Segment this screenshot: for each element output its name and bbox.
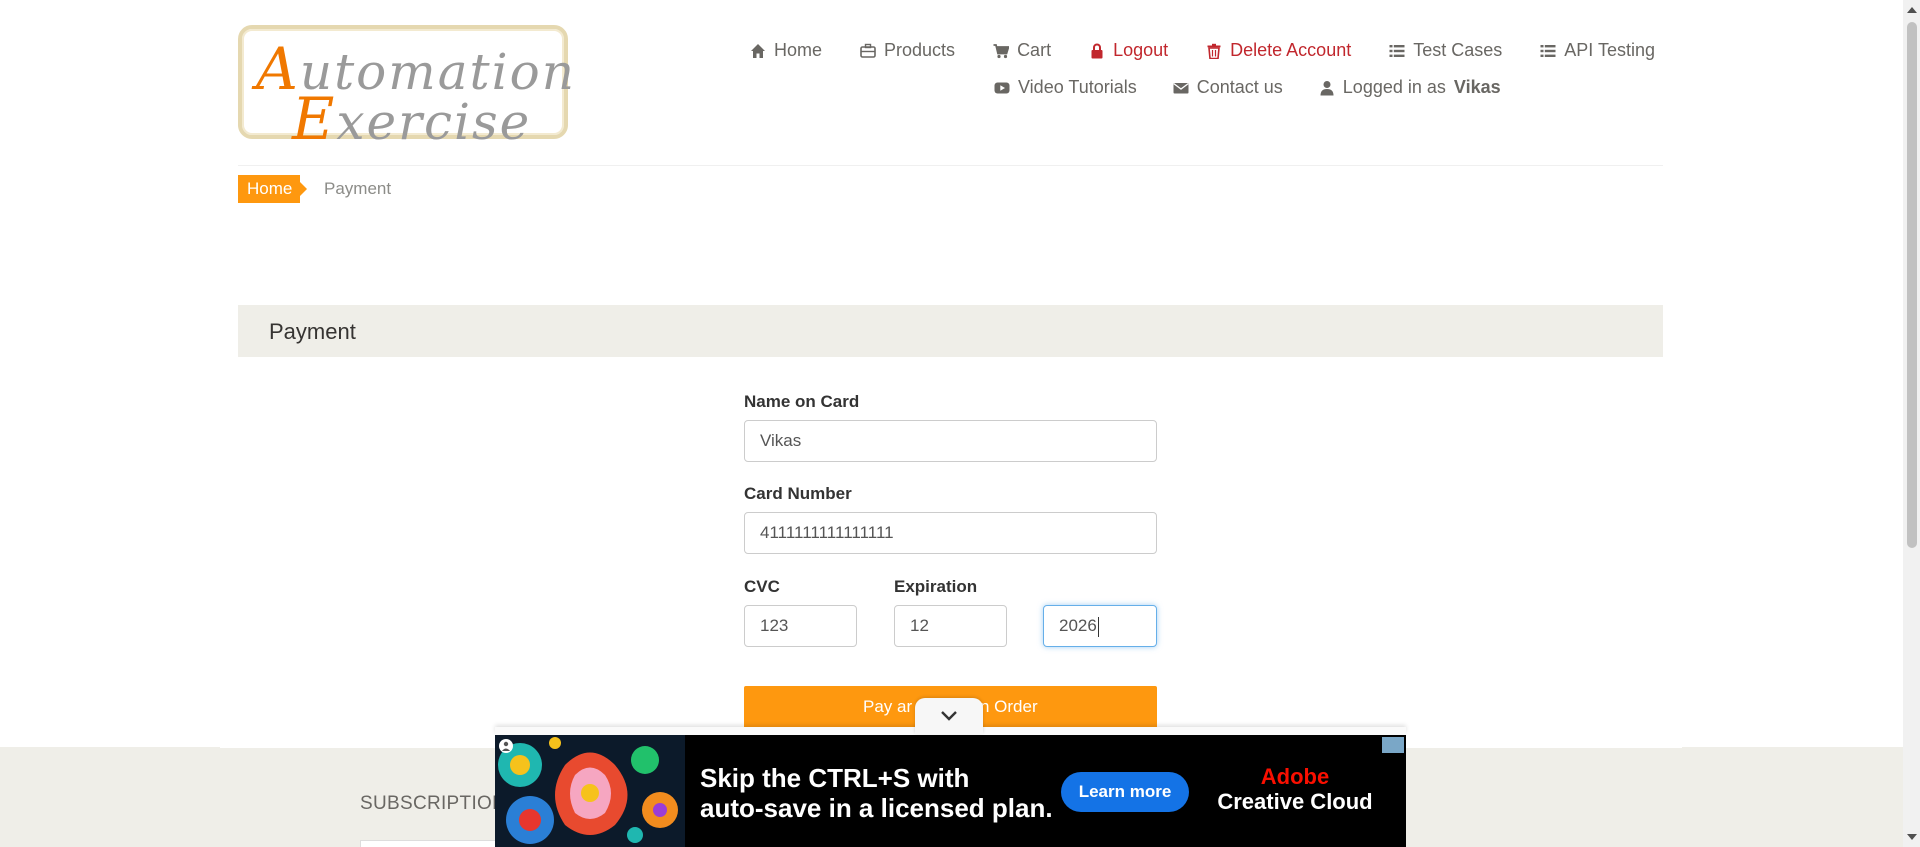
cart-icon: [993, 43, 1010, 58]
text-caret: [1097, 616, 1099, 637]
cvc-label: CVC: [744, 577, 780, 596]
ad-info-icon[interactable]: [498, 738, 514, 754]
expiration-year-value: 2026: [1059, 616, 1097, 635]
pay-button-label-right: n Order: [980, 697, 1038, 716]
cvc-input[interactable]: 123: [744, 605, 857, 647]
ad-headline-line-1: Skip the CTRL+S with: [700, 763, 970, 793]
nav-video-tutorials[interactable]: Video Tutorials: [994, 77, 1137, 98]
list-icon: [1389, 44, 1405, 57]
nav-api-testing[interactable]: API Testing: [1540, 40, 1655, 61]
ad-learn-more-button[interactable]: Learn more: [1061, 772, 1189, 812]
site-logo[interactable]: Automation Exercise: [238, 25, 574, 153]
nav-api-testing-label: API Testing: [1564, 40, 1655, 60]
nav-cart-label: Cart: [1017, 40, 1052, 60]
nav-delete-account[interactable]: Delete Account: [1206, 40, 1351, 61]
name-on-card-label: Name on Card: [744, 392, 860, 411]
payment-heading-bar: Payment: [238, 305, 1663, 357]
chevron-down-icon: [941, 711, 957, 721]
list-icon: [1540, 44, 1556, 57]
nav-products[interactable]: Products: [860, 40, 955, 61]
advertisement-banner[interactable]: Skip the CTRL+S with auto-save in a lice…: [495, 735, 1406, 847]
nav-video-tutorials-label: Video Tutorials: [1018, 77, 1137, 97]
pay-button-label-left: Pay ar: [863, 697, 913, 716]
nav-home[interactable]: Home: [750, 40, 822, 61]
nav-logout[interactable]: Logout: [1089, 40, 1168, 61]
ad-headline-line-2: auto-save in a licensed plan.: [700, 793, 1053, 823]
header-divider: [238, 165, 1663, 166]
ad-brand-name: Adobe: [1260, 764, 1330, 789]
scroll-up-arrow-icon[interactable]: [1907, 7, 1917, 13]
main-nav-row-2: Video Tutorials Contact us Logged in as …: [994, 77, 1501, 98]
ad-collapse-toggle[interactable]: [915, 698, 983, 734]
name-on-card-input[interactable]: Vikas: [744, 420, 1157, 462]
home-icon: [751, 43, 765, 58]
ad-brand-product: Creative Cloud: [1217, 789, 1373, 814]
nav-home-label: Home: [774, 40, 823, 60]
ad-close-icon[interactable]: [1382, 737, 1404, 753]
lock-icon: [1091, 43, 1103, 58]
card-number-label: Card Number: [744, 484, 852, 503]
breadcrumb-current: Payment: [324, 179, 392, 198]
youtube-icon: [994, 82, 1010, 93]
expiration-month-input[interactable]: 12: [894, 605, 1007, 647]
trash-icon: [1207, 43, 1221, 59]
nav-logout-label: Logout: [1113, 40, 1169, 60]
card-number-input[interactable]: 4111111111111111: [744, 512, 1157, 554]
logged-in-username: Vikas: [1453, 77, 1501, 97]
nav-test-cases-label: Test Cases: [1413, 40, 1503, 60]
main-nav-row-1: Home Products Cart Logout Delete Account…: [750, 40, 1655, 61]
ad-headline: Skip the CTRL+S with auto-save in a lice…: [700, 763, 1053, 823]
nav-cart[interactable]: Cart: [993, 40, 1051, 61]
nav-test-cases[interactable]: Test Cases: [1389, 40, 1502, 61]
ad-brand: Adobe Creative Cloud: [1195, 765, 1395, 815]
expiration-year-input[interactable]: 2026: [1043, 605, 1157, 647]
scrollbar-thumb[interactable]: [1907, 22, 1917, 548]
logo-line-2: Exercise: [292, 85, 532, 153]
user-icon: [1320, 80, 1334, 95]
payment-heading: Payment: [269, 319, 356, 344]
nav-products-label: Products: [884, 40, 956, 60]
ad-artwork: [495, 735, 685, 847]
nav-logged-in-user: Logged in as Vikas: [1319, 77, 1501, 98]
nav-contact-us-label: Contact us: [1196, 77, 1283, 97]
expiration-label: Expiration: [894, 577, 978, 596]
logged-in-prefix: Logged in as: [1342, 77, 1446, 97]
nav-delete-account-label: Delete Account: [1230, 40, 1352, 60]
briefcase-icon: [860, 43, 876, 58]
subscription-heading: SUBSCRIPTION: [360, 793, 507, 814]
scroll-down-arrow-icon[interactable]: [1907, 834, 1917, 840]
nav-contact-us[interactable]: Contact us: [1173, 77, 1283, 98]
breadcrumb-home[interactable]: Home: [238, 175, 308, 203]
envelope-icon: [1173, 82, 1189, 93]
